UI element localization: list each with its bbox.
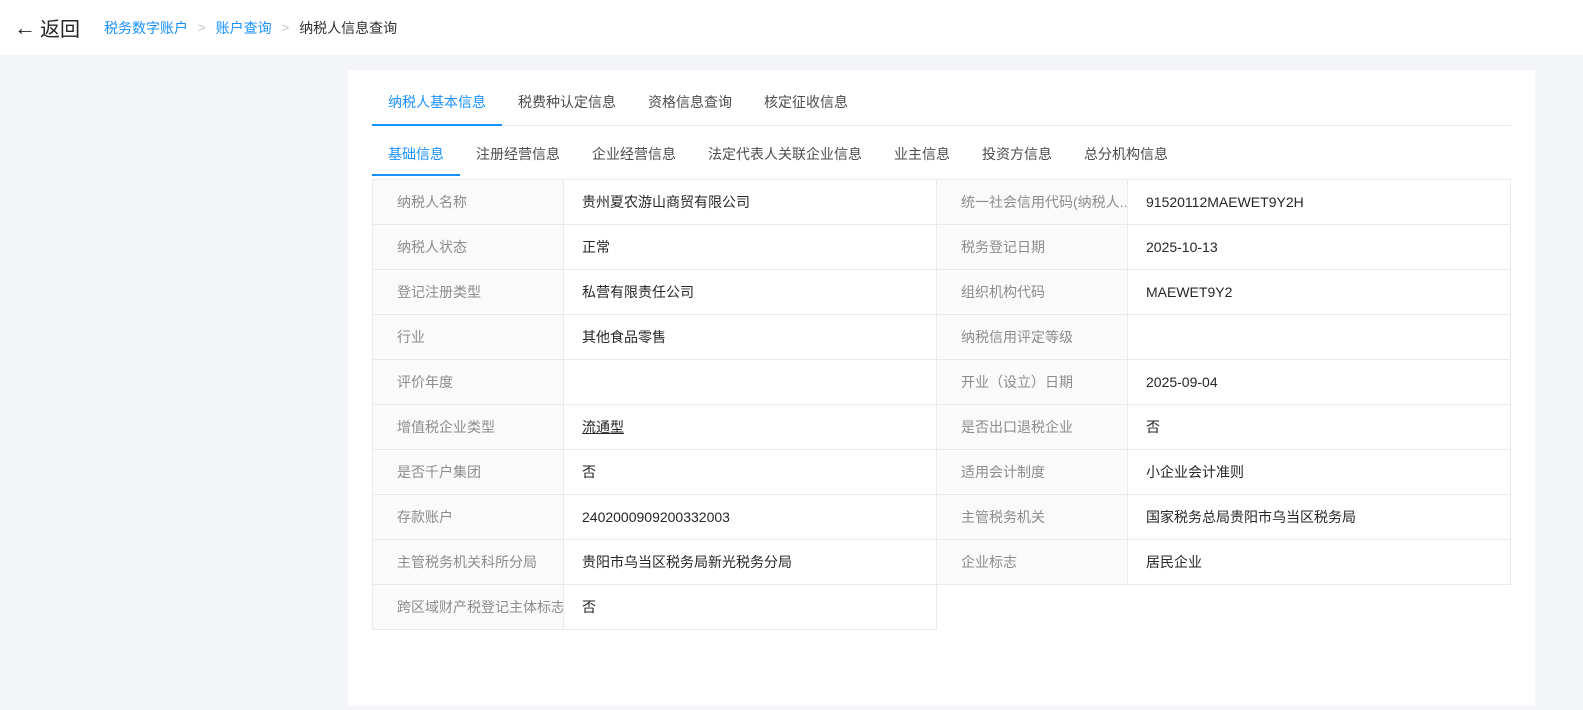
field-label: 增值税企业类型: [373, 405, 564, 450]
field-label: 评价年度: [373, 360, 564, 405]
field-value: 私营有限责任公司: [564, 270, 937, 315]
field-value: 2025-09-04: [1128, 360, 1511, 405]
field-value: 否: [564, 450, 937, 495]
field-label: 主管税务机关科所分局: [373, 540, 564, 585]
content-card: 纳税人基本信息税费种认定信息资格信息查询核定征收信息 基础信息注册经营信息企业经…: [348, 70, 1535, 706]
secondary-tab[interactable]: 企业经营信息: [576, 134, 692, 176]
field-label: 组织机构代码: [937, 270, 1128, 315]
breadcrumb-separator-icon: >: [282, 20, 290, 35]
field-label: 统一社会信用代码(纳税人...: [937, 180, 1128, 225]
field-label: 纳税信用评定等级: [937, 315, 1128, 360]
taxpayer-info-table: 纳税人名称贵州夏农游山商贸有限公司统一社会信用代码(纳税人...91520112…: [372, 179, 1511, 630]
field-value[interactable]: 流通型: [564, 405, 937, 450]
breadcrumb-item: 纳税人信息查询: [299, 18, 397, 38]
breadcrumb-item[interactable]: 税务数字账户: [104, 18, 188, 38]
field-value: 否: [564, 585, 937, 630]
secondary-tab[interactable]: 业主信息: [878, 134, 966, 176]
secondary-tab[interactable]: 注册经营信息: [460, 134, 576, 176]
field-label: 纳税人状态: [373, 225, 564, 270]
back-button[interactable]: ← 返回: [14, 13, 80, 42]
secondary-tab[interactable]: 法定代表人关联企业信息: [692, 134, 878, 176]
field-value: MAEWET9Y2: [1128, 270, 1511, 315]
breadcrumb-separator-icon: >: [198, 20, 206, 35]
field-value: [1128, 315, 1511, 360]
field-label: 是否出口退税企业: [937, 405, 1128, 450]
secondary-tab[interactable]: 总分机构信息: [1068, 134, 1184, 176]
secondary-tabs: 基础信息注册经营信息企业经营信息法定代表人关联企业信息业主信息投资方信息总分机构…: [372, 134, 1511, 176]
breadcrumb: 税务数字账户 > 账户查询 > 纳税人信息查询: [104, 18, 397, 38]
field-value: 91520112MAEWET9Y2H: [1128, 180, 1511, 225]
primary-tab[interactable]: 税费种认定信息: [502, 80, 632, 126]
field-value: 居民企业: [1128, 540, 1511, 585]
field-label: 纳税人名称: [373, 180, 564, 225]
top-bar: ← 返回 税务数字账户 > 账户查询 > 纳税人信息查询: [0, 0, 1583, 55]
page-body: 纳税人基本信息税费种认定信息资格信息查询核定征收信息 基础信息注册经营信息企业经…: [0, 55, 1583, 710]
field-label: 企业标志: [937, 540, 1128, 585]
field-value: 其他食品零售: [564, 315, 937, 360]
breadcrumb-item[interactable]: 账户查询: [216, 18, 272, 38]
field-value: 否: [1128, 405, 1511, 450]
field-value: 贵州夏农游山商贸有限公司: [564, 180, 937, 225]
field-value: 国家税务总局贵阳市乌当区税务局: [1128, 495, 1511, 540]
field-value: [564, 360, 937, 405]
field-label: 主管税务机关: [937, 495, 1128, 540]
field-value: 2402000909200332003: [564, 495, 937, 540]
field-label: 登记注册类型: [373, 270, 564, 315]
primary-tab[interactable]: 纳税人基本信息: [372, 80, 502, 126]
field-value: 小企业会计准则: [1128, 450, 1511, 495]
field-value: 贵阳市乌当区税务局新光税务分局: [564, 540, 937, 585]
primary-tabs: 纳税人基本信息税费种认定信息资格信息查询核定征收信息: [372, 80, 1511, 126]
field-value: 2025-10-13: [1128, 225, 1511, 270]
field-label: 行业: [373, 315, 564, 360]
field-value: 正常: [564, 225, 937, 270]
field-label: 跨区域财产税登记主体标志: [373, 585, 564, 630]
primary-tab[interactable]: 核定征收信息: [748, 80, 864, 126]
field-label: 开业（设立）日期: [937, 360, 1128, 405]
secondary-tab[interactable]: 投资方信息: [966, 134, 1068, 176]
left-arrow-icon: ←: [14, 17, 36, 39]
field-label: 适用会计制度: [937, 450, 1128, 495]
field-label: 是否千户集团: [373, 450, 564, 495]
back-label: 返回: [40, 13, 80, 42]
secondary-tab[interactable]: 基础信息: [372, 134, 460, 176]
primary-tab[interactable]: 资格信息查询: [632, 80, 748, 126]
field-label: 税务登记日期: [937, 225, 1128, 270]
field-label: 存款账户: [373, 495, 564, 540]
